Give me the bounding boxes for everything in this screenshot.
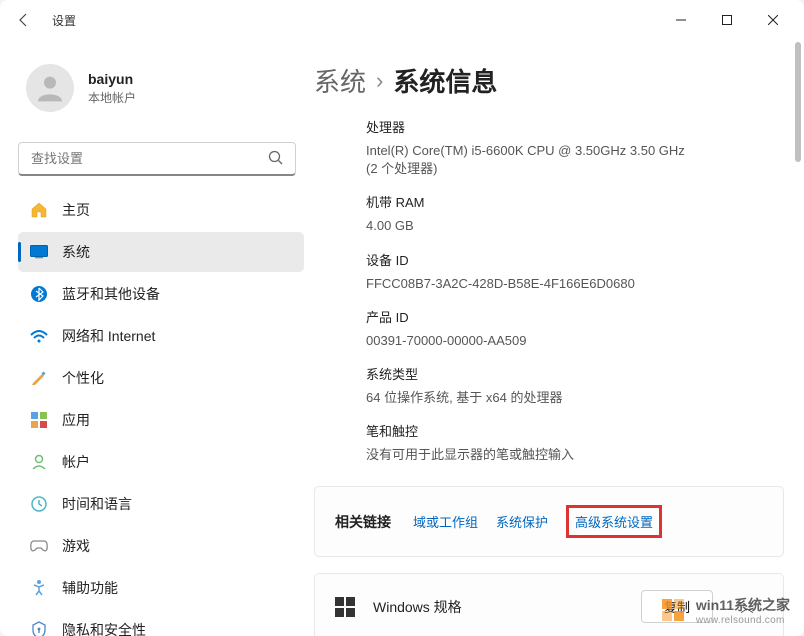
app-title: 设置 — [52, 12, 76, 29]
nav-label: 帐户 — [62, 452, 90, 472]
spec-value-cpu: Intel(R) Core(TM) i5-6600K CPU @ 3.50GHz… — [366, 142, 784, 178]
close-button[interactable] — [750, 4, 796, 36]
nav-label: 游戏 — [62, 536, 90, 556]
minimize-icon — [676, 15, 686, 25]
network-icon — [30, 327, 48, 345]
accessibility-icon — [30, 579, 48, 597]
nav-label: 系统 — [62, 242, 90, 262]
spec-value-pen-touch: 没有可用于此显示器的笔或触控输入 — [366, 446, 784, 464]
nav-time[interactable]: 时间和语言 — [18, 484, 304, 524]
spec-value-ram: 4.00 GB — [366, 217, 784, 235]
nav-label: 隐私和安全性 — [62, 620, 146, 636]
avatar — [26, 64, 74, 112]
personalization-icon — [30, 369, 48, 387]
spec-value-device-id: FFCC08B7-3A2C-428D-B58E-4F166E6D0680 — [366, 275, 784, 293]
spec-label-system-type: 系统类型 — [366, 364, 784, 383]
windows-icon — [335, 597, 355, 617]
page-title: 系统信息 — [393, 62, 497, 99]
chevron-right-icon: › — [376, 68, 383, 94]
search-icon[interactable] — [268, 150, 284, 171]
spec-label-ram: 机带 RAM — [366, 192, 784, 211]
time-icon — [30, 495, 48, 513]
user-block[interactable]: baiyun 本地帐户 — [18, 52, 310, 124]
username: baiyun — [88, 71, 136, 87]
back-button[interactable] — [8, 4, 40, 36]
nav-system[interactable]: 系统 — [18, 232, 304, 272]
watermark-logo — [660, 597, 688, 625]
spec-label-cpu: 处理器 — [366, 117, 784, 136]
minimize-button[interactable] — [658, 4, 704, 36]
spec-value-system-type: 64 位操作系统, 基于 x64 的处理器 — [366, 389, 784, 407]
user-icon — [34, 72, 66, 104]
scrollbar-thumb[interactable] — [795, 42, 801, 162]
nav-label: 网络和 Internet — [62, 326, 155, 346]
spec-value-product-id: 00391-70000-00000-AA509 — [366, 332, 784, 350]
nav-accounts[interactable]: 帐户 — [18, 442, 304, 482]
watermark-url: www.relsound.com — [696, 615, 790, 626]
maximize-icon — [722, 15, 732, 25]
nav-label: 辅助功能 — [62, 578, 118, 598]
privacy-icon — [30, 621, 48, 636]
watermark-text: win11系统之家 — [696, 595, 790, 615]
breadcrumb-parent[interactable]: 系统 — [314, 62, 366, 99]
home-icon — [30, 201, 48, 219]
search-box — [18, 142, 296, 176]
gaming-icon — [30, 537, 48, 555]
nav-label: 蓝牙和其他设备 — [62, 284, 160, 304]
related-links-label: 相关链接 — [335, 512, 391, 532]
link-system-protection[interactable]: 系统保护 — [496, 512, 548, 531]
sidebar: baiyun 本地帐户 主页 系统 — [0, 40, 310, 636]
apps-icon — [30, 411, 48, 429]
account-type: 本地帐户 — [88, 89, 136, 106]
windows-spec-title: Windows 规格 — [373, 597, 623, 617]
maximize-button[interactable] — [704, 4, 750, 36]
watermark: win11系统之家 www.relsound.com — [660, 595, 790, 626]
spec-label-product-id: 产品 ID — [366, 307, 784, 326]
close-icon — [768, 15, 778, 25]
device-specs: 处理器 Intel(R) Core(TM) i5-6600K CPU @ 3.5… — [314, 117, 784, 464]
spec-label-device-id: 设备 ID — [366, 250, 784, 269]
search-input[interactable] — [18, 142, 296, 176]
accounts-icon — [30, 453, 48, 471]
nav-gaming[interactable]: 游戏 — [18, 526, 304, 566]
nav-label: 个性化 — [62, 368, 104, 388]
nav-privacy[interactable]: 隐私和安全性 — [18, 610, 304, 636]
nav-home[interactable]: 主页 — [18, 190, 304, 230]
bluetooth-icon — [30, 285, 48, 303]
nav-network[interactable]: 网络和 Internet — [18, 316, 304, 356]
link-domain-workgroup[interactable]: 域或工作组 — [413, 512, 478, 531]
spec-label-pen-touch: 笔和触控 — [366, 421, 784, 440]
nav-apps[interactable]: 应用 — [18, 400, 304, 440]
nav-label: 应用 — [62, 410, 90, 430]
main-pane: 系统 › 系统信息 处理器 Intel(R) Core(TM) i5-6600K… — [310, 40, 804, 636]
breadcrumb: 系统 › 系统信息 — [314, 40, 784, 117]
nav-label: 时间和语言 — [62, 494, 132, 514]
link-advanced-system-settings[interactable]: 高级系统设置 — [566, 505, 662, 538]
system-icon — [30, 243, 48, 261]
nav-list: 主页 系统 蓝牙和其他设备 网络和 Internet 个性化 — [18, 190, 310, 636]
nav-label: 主页 — [62, 200, 90, 220]
nav-accessibility[interactable]: 辅助功能 — [18, 568, 304, 608]
scrollbar[interactable] — [790, 40, 804, 636]
nav-bluetooth[interactable]: 蓝牙和其他设备 — [18, 274, 304, 314]
nav-personalization[interactable]: 个性化 — [18, 358, 304, 398]
titlebar: 设置 — [0, 0, 804, 40]
arrow-left-icon — [16, 12, 32, 28]
related-links-bar: 相关链接 域或工作组 系统保护 高级系统设置 — [314, 486, 784, 557]
